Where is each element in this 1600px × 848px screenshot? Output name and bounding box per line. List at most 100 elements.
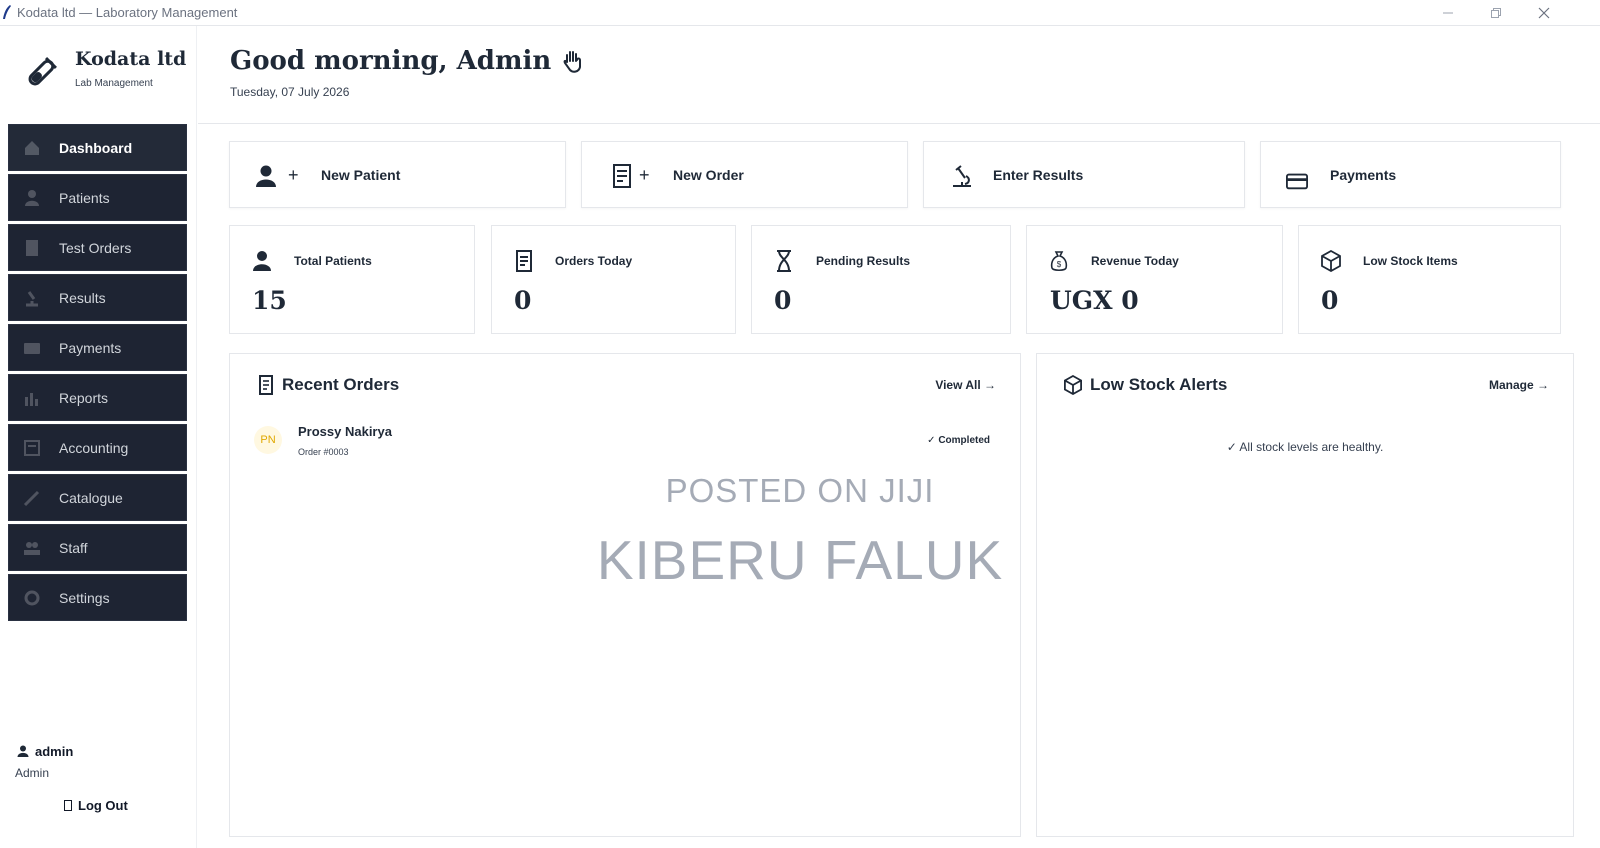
sidebar-item-reports[interactable]: Reports xyxy=(8,374,187,421)
brand-name: Kodata ltd xyxy=(75,48,187,70)
sidebar-item-label: Patients xyxy=(59,190,110,206)
minimize-button[interactable] xyxy=(1428,3,1468,23)
stat-value: 0 xyxy=(774,286,792,315)
stat-label: Low Stock Items xyxy=(1363,254,1458,268)
sidebar-item-label: Payments xyxy=(59,340,122,356)
receipt-icon xyxy=(259,375,273,395)
current-user-name: admin xyxy=(35,744,74,759)
clipboard-icon xyxy=(26,240,38,256)
watermark-line-2: KIBERU FALUK xyxy=(596,529,1004,591)
card-icon xyxy=(1286,173,1308,190)
gear-icon xyxy=(24,590,40,606)
stat-value: 0 xyxy=(514,286,532,315)
stat-total-patients: Total Patients 15 xyxy=(229,225,475,334)
home-icon xyxy=(25,141,39,155)
recent-orders-panel: Recent Orders View All → PN Prossy Nakir… xyxy=(229,353,1021,837)
logout-button[interactable]: Log Out xyxy=(64,798,128,813)
new-order-button[interactable]: + New Order xyxy=(581,141,908,208)
sidebar-item-label: Test Orders xyxy=(59,240,132,256)
microscope-icon xyxy=(26,291,38,307)
order-number: Order #0003 xyxy=(298,447,349,457)
patient-name: Prossy Nakirya xyxy=(298,424,392,439)
action-label: Enter Results xyxy=(993,167,1084,183)
restore-icon xyxy=(1491,8,1501,18)
pipette-icon xyxy=(23,490,40,507)
watermark-line-1: POSTED ON JIJI xyxy=(665,472,935,509)
sidebar-item-label: Results xyxy=(59,290,106,306)
stat-low-stock-items: Low Stock Items 0 xyxy=(1298,225,1561,334)
box-icon xyxy=(1064,375,1082,395)
user-icon xyxy=(17,745,29,757)
sidebar-item-staff[interactable]: Staff xyxy=(8,524,187,571)
user-icon xyxy=(256,165,276,187)
hourglass-icon xyxy=(777,250,791,272)
staff-icon xyxy=(24,542,40,555)
stat-label: Orders Today xyxy=(555,254,633,268)
logout-icon xyxy=(64,800,72,811)
logout-label: Log Out xyxy=(78,798,128,813)
sidebar-item-patients[interactable]: Patients xyxy=(8,174,187,221)
waving-hand-icon xyxy=(563,51,582,73)
sidebar-item-dashboard[interactable]: Dashboard xyxy=(8,124,187,171)
stat-orders-today: Orders Today 0 xyxy=(491,225,736,334)
recent-orders-title: Recent Orders xyxy=(282,375,400,394)
manage-link[interactable]: Manage → xyxy=(1489,378,1549,392)
close-icon xyxy=(1538,7,1550,19)
stat-value: 0 xyxy=(1321,286,1339,315)
panel-title: Recent Orders xyxy=(258,375,399,395)
stat-revenue-today: $ Revenue Today UGX 0 xyxy=(1026,225,1283,334)
feather-icon xyxy=(3,5,11,19)
sidebar-item-accounting[interactable]: Accounting xyxy=(8,424,187,471)
stat-label: Revenue Today xyxy=(1091,254,1179,268)
sidebar: Kodata ltd Lab Management Dashboard Pati… xyxy=(0,26,197,848)
restore-button[interactable] xyxy=(1476,3,1516,23)
stat-value: 15 xyxy=(252,286,287,315)
stat-label: Pending Results xyxy=(816,254,911,268)
money-bag-icon: $ xyxy=(1050,251,1068,272)
new-patient-button[interactable]: + New Patient xyxy=(229,141,566,208)
close-button[interactable] xyxy=(1524,3,1564,23)
card-icon xyxy=(24,343,40,354)
payments-button[interactable]: Payments xyxy=(1260,141,1561,208)
stat-value: UGX 0 xyxy=(1050,286,1139,315)
microscope-icon xyxy=(953,165,971,187)
user-icon xyxy=(253,251,271,271)
user-icon xyxy=(25,190,39,206)
sidebar-item-label: Accounting xyxy=(59,440,129,456)
page-header: Good morning, Admin Tuesday, 07 July 202… xyxy=(198,26,1600,124)
sidebar-item-results[interactable]: Results xyxy=(8,274,187,321)
window-title: Kodata ltd — Laboratory Management xyxy=(17,5,238,20)
sidebar-item-label: Dashboard xyxy=(59,140,133,156)
current-date: Tuesday, 07 July 2026 xyxy=(230,85,350,99)
sidebar-item-payments[interactable]: Payments xyxy=(8,324,187,371)
low-stock-title: Low Stock Alerts xyxy=(1090,375,1228,394)
status-badge: ✓ Completed xyxy=(927,435,990,446)
plus-icon: + xyxy=(639,165,650,185)
action-label: Payments xyxy=(1330,167,1397,183)
stock-status-message: ✓ All stock levels are healthy. xyxy=(1226,440,1384,454)
brand-subtitle: Lab Management xyxy=(75,78,153,89)
svg-text:$: $ xyxy=(1057,260,1062,269)
receipt-icon xyxy=(516,250,532,272)
stat-pending-results: Pending Results 0 xyxy=(751,225,1011,334)
enter-results-button[interactable]: Enter Results xyxy=(923,141,1245,208)
minimize-icon xyxy=(1443,12,1453,14)
plus-icon: + xyxy=(288,165,299,185)
low-stock-panel: Low Stock Alerts Manage → ✓ All stock le… xyxy=(1036,353,1574,837)
greeting-text: Good morning, Admin xyxy=(230,46,552,76)
box-icon xyxy=(1321,250,1341,272)
sidebar-item-catalogue[interactable]: Catalogue xyxy=(8,474,187,521)
view-all-link[interactable]: View All → xyxy=(935,378,996,392)
stat-label: Total Patients xyxy=(294,254,372,268)
window-titlebar: Kodata ltd — Laboratory Management xyxy=(0,0,1600,26)
current-user-role: Admin xyxy=(15,766,50,780)
sidebar-item-test-orders[interactable]: Test Orders xyxy=(8,224,187,271)
sidebar-item-settings[interactable]: Settings xyxy=(8,574,187,621)
action-label: New Order xyxy=(673,167,744,183)
ledger-icon xyxy=(24,440,40,456)
panel-title: Low Stock Alerts xyxy=(1064,375,1227,395)
receipt-icon xyxy=(613,164,631,188)
avatar: PN xyxy=(254,426,282,454)
sidebar-item-label: Settings xyxy=(59,590,110,606)
sidebar-item-label: Reports xyxy=(59,390,109,406)
